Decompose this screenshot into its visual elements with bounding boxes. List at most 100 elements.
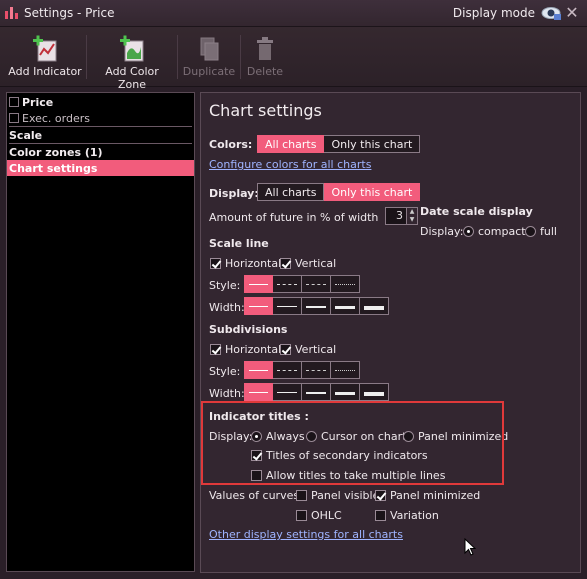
tree-item-label: Exec. orders — [22, 111, 90, 125]
display-all-charts-option[interactable]: All charts — [257, 183, 325, 201]
checkbox-box[interactable] — [280, 258, 291, 269]
spinner-down-icon[interactable]: ▼ — [407, 216, 417, 224]
add-color-zone-button[interactable]: Add Color Zone — [92, 35, 172, 91]
checkbox-label: Horizontal — [225, 257, 282, 270]
scale-line-title: Scale line — [209, 237, 269, 250]
checkbox-label: Horizontal — [225, 343, 282, 356]
panel-title: Chart settings — [209, 101, 322, 120]
variation-checkbox[interactable]: Variation — [375, 509, 439, 522]
checkbox-label: Vertical — [295, 257, 337, 270]
date-compact-radio[interactable]: compact — [463, 225, 526, 238]
tree-item-price[interactable]: Price — [7, 94, 194, 110]
date-full-radio[interactable]: full — [525, 225, 557, 238]
dot-style-option[interactable] — [331, 275, 360, 293]
sub-style-picker — [244, 361, 360, 379]
display-mode-label[interactable]: Display mode — [453, 6, 535, 20]
highlight-box — [201, 401, 504, 485]
scale-vertical-checkbox[interactable]: Vertical — [280, 257, 336, 270]
delete-button[interactable]: Delete — [244, 35, 286, 78]
display-scope-toggle: All charts Only this chart — [257, 183, 421, 201]
width-2-option[interactable] — [273, 297, 302, 315]
panel-minimized-checkbox[interactable]: Panel minimized — [375, 489, 480, 502]
configure-colors-link[interactable]: Configure colors for all charts — [209, 158, 371, 171]
checkbox-box[interactable] — [375, 510, 386, 521]
radio-label: compact — [478, 225, 526, 238]
date-display-label: Display: — [420, 225, 464, 238]
tree-item-chart-settings[interactable]: Chart settings — [7, 160, 194, 176]
width-5-option[interactable] — [360, 297, 389, 315]
duplicate-label: Duplicate — [182, 65, 236, 78]
solid-style-option[interactable] — [244, 361, 273, 379]
colors-scope-toggle: All charts Only this chart — [257, 135, 421, 153]
dash-style-option[interactable] — [273, 275, 302, 293]
title-bar: Settings - Price Display mode ✕ — [0, 0, 587, 27]
other-display-settings-link[interactable]: Other display settings for all charts — [209, 528, 403, 541]
sub-horizontal-checkbox[interactable]: Horizontal — [210, 343, 281, 356]
dash-style-option[interactable] — [273, 361, 302, 379]
radio-dot[interactable] — [463, 226, 474, 237]
scale-line-width-picker — [244, 297, 389, 315]
tree-item-exec-orders[interactable]: Exec. orders — [7, 110, 194, 126]
tree-item-color-zones[interactable]: Color zones (1) — [7, 144, 194, 160]
sub-style-label: Style: — [209, 365, 241, 378]
toolbar-divider — [240, 35, 241, 79]
checkbox-box[interactable] — [296, 510, 307, 521]
checkbox-box[interactable] — [375, 490, 386, 501]
values-of-curves-label: Values of curves: — [209, 489, 303, 502]
checkbox-label: OHLC — [311, 509, 342, 522]
display-label: Display: — [209, 187, 259, 200]
checkbox-box[interactable] — [280, 344, 291, 355]
eye-icon[interactable] — [541, 6, 561, 20]
checkbox-box[interactable] — [210, 258, 221, 269]
scale-horizontal-checkbox[interactable]: Horizontal — [210, 257, 281, 270]
ohlc-checkbox[interactable]: OHLC — [296, 509, 342, 522]
trash-icon — [257, 37, 273, 60]
sub-width-label: Width: — [209, 387, 245, 400]
width-1-option[interactable] — [244, 297, 273, 315]
exec-orders-checkbox[interactable] — [9, 113, 19, 123]
width-1-option[interactable] — [244, 383, 273, 401]
solid-style-option[interactable] — [244, 275, 273, 293]
toolbar-divider — [86, 35, 87, 79]
delete-label: Delete — [246, 65, 284, 78]
add-color-zone-label: Add Color Zone — [105, 65, 159, 91]
tree-item-label: Scale — [9, 128, 43, 142]
checkbox-label: Panel minimized — [390, 489, 481, 502]
colors-label: Colors: — [209, 138, 253, 151]
future-amount-spinner[interactable]: 3 ▲ ▼ — [385, 207, 418, 225]
close-icon[interactable]: ✕ — [565, 5, 579, 21]
checkbox-box[interactable] — [296, 490, 307, 501]
width-4-option[interactable] — [331, 297, 360, 315]
display-only-this-chart-option[interactable]: Only this chart — [324, 183, 421, 201]
colors-only-this-chart-option[interactable]: Only this chart — [324, 135, 421, 153]
toolbar: Add Indicator Add Color Zone Duplicate D… — [0, 27, 587, 91]
panel-visible-checkbox[interactable]: Panel visible — [296, 489, 379, 502]
width-3-option[interactable] — [302, 383, 331, 401]
checkbox-label: Vertical — [295, 343, 337, 356]
tree-item-scale[interactable]: Scale — [7, 127, 194, 143]
subdivisions-title: Subdivisions — [209, 323, 288, 336]
duplicate-button[interactable]: Duplicate — [182, 35, 236, 78]
width-3-option[interactable] — [302, 297, 331, 315]
radio-dot[interactable] — [525, 226, 536, 237]
dot-style-option[interactable] — [331, 361, 360, 379]
add-indicator-button[interactable]: Add Indicator — [8, 35, 82, 78]
colors-all-charts-option[interactable]: All charts — [257, 135, 325, 153]
short-dash-style-option[interactable] — [302, 361, 331, 379]
future-amount-value[interactable]: 3 — [385, 207, 407, 225]
style-label: Style: — [209, 279, 241, 292]
add-color-zone-icon — [120, 35, 144, 62]
checkbox-box[interactable] — [210, 344, 221, 355]
width-5-option[interactable] — [360, 383, 389, 401]
settings-tree: Price Exec. orders Scale Color zones (1)… — [6, 92, 195, 572]
toolbar-divider — [177, 35, 178, 79]
sub-vertical-checkbox[interactable]: Vertical — [280, 343, 336, 356]
short-dash-style-option[interactable] — [302, 275, 331, 293]
spinner-up-icon[interactable]: ▲ — [407, 208, 417, 216]
width-4-option[interactable] — [331, 383, 360, 401]
sub-width-picker — [244, 383, 389, 401]
tree-item-label: Color zones (1) — [9, 145, 103, 159]
add-indicator-label: Add Indicator — [8, 65, 82, 78]
width-2-option[interactable] — [273, 383, 302, 401]
price-checkbox[interactable] — [9, 97, 19, 107]
